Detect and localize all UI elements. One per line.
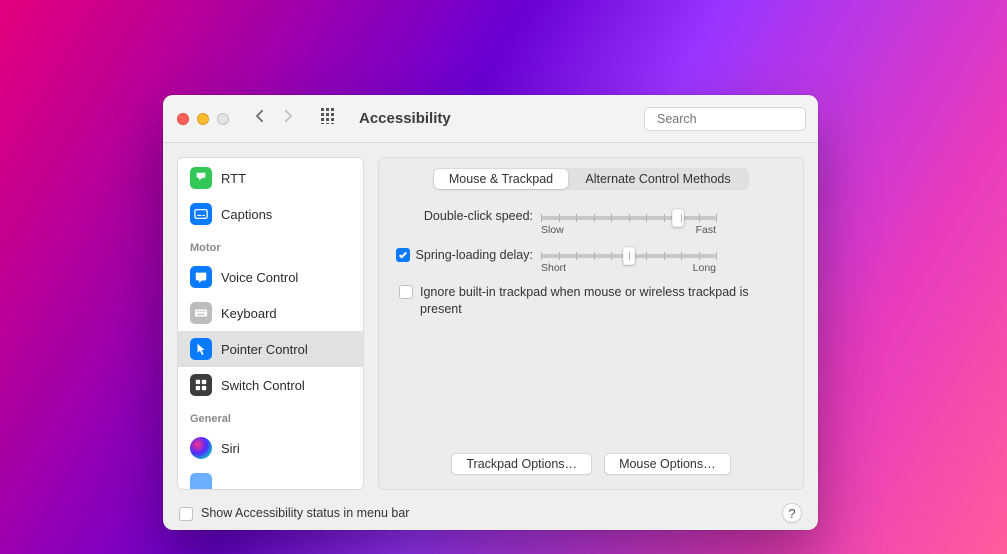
siri-icon (190, 437, 212, 459)
status-menu-bar-label: Show Accessibility status in menu bar (201, 506, 409, 520)
double-click-min-label: Slow (541, 224, 564, 236)
sidebar-item-cutoff[interactable] (178, 466, 363, 490)
nav-back-forward (253, 109, 295, 128)
close-window-button[interactable] (177, 113, 189, 125)
window-controls (177, 113, 229, 125)
voice-control-icon (190, 266, 212, 288)
row-double-click-speed: Double-click speed: Slow Fast (391, 208, 791, 236)
row-spring-loading-delay: Spring-loading delay: Short Long (391, 246, 791, 274)
double-click-speed-slider[interactable] (541, 208, 716, 212)
sidebar-item-voice-control[interactable]: Voice Control (178, 259, 363, 295)
help-button[interactable]: ? (782, 503, 802, 523)
spring-loading-delay-slider[interactable] (541, 246, 716, 250)
ignore-trackpad-checkbox[interactable] (399, 285, 413, 299)
content-pane: Mouse & Trackpad Alternate Control Metho… (378, 157, 804, 490)
search-input[interactable] (657, 112, 818, 126)
sidebar-item-rtt[interactable]: RTT (178, 160, 363, 196)
sidebar-item-label: Switch Control (221, 378, 305, 393)
sidebar-section-general: General (178, 403, 363, 430)
keyboard-icon (190, 302, 212, 324)
sidebar-item-label: Keyboard (221, 306, 277, 321)
tab-alternate-control[interactable]: Alternate Control Methods (568, 169, 748, 189)
forward-button[interactable] (281, 109, 295, 128)
sidebar-item-label: Siri (221, 441, 240, 456)
switch-control-icon (190, 374, 212, 396)
status-menu-bar-checkbox[interactable] (179, 507, 193, 521)
spring-loading-min-label: Short (541, 262, 566, 274)
spring-loading-checkbox[interactable] (396, 248, 410, 262)
window-title: Accessibility (359, 110, 636, 127)
double-click-max-label: Fast (696, 224, 716, 236)
minimize-window-button[interactable] (197, 113, 209, 125)
ignore-trackpad-label: Ignore built-in trackpad when mouse or w… (413, 284, 791, 318)
sidebar-item-label: Captions (221, 207, 272, 222)
double-click-speed-label: Double-click speed: (391, 208, 541, 223)
titlebar: Accessibility (163, 95, 818, 143)
captions-icon (190, 203, 212, 225)
sidebar-section-motor: Motor (178, 232, 363, 259)
sidebar-item-keyboard[interactable]: Keyboard (178, 295, 363, 331)
tabs: Mouse & Trackpad Alternate Control Metho… (433, 168, 749, 190)
shortcut-icon (190, 473, 212, 490)
sidebar[interactable]: RTT Captions Motor Voice Control Keyboar… (177, 157, 364, 490)
show-all-button[interactable] (321, 108, 337, 129)
tab-mouse-trackpad[interactable]: Mouse & Trackpad (434, 169, 568, 189)
sidebar-item-pointer-control[interactable]: Pointer Control (178, 331, 363, 367)
zoom-window-button-disabled (217, 113, 229, 125)
rtt-icon (190, 167, 212, 189)
mouse-options-button[interactable]: Mouse Options… (604, 453, 731, 475)
sidebar-item-captions[interactable]: Captions (178, 196, 363, 232)
back-button[interactable] (253, 109, 267, 128)
spring-loading-max-label: Long (693, 262, 716, 274)
sidebar-item-label: Voice Control (221, 270, 298, 285)
search-field[interactable] (644, 107, 806, 131)
trackpad-options-button[interactable]: Trackpad Options… (451, 453, 592, 475)
sidebar-item-switch-control[interactable]: Switch Control (178, 367, 363, 403)
preferences-window: Accessibility RTT Captions Motor Voice C… (163, 95, 818, 530)
sidebar-item-label: RTT (221, 171, 246, 186)
sidebar-item-label: Pointer Control (221, 342, 308, 357)
footer: Show Accessibility status in menu bar ? (163, 496, 818, 530)
sidebar-item-siri[interactable]: Siri (178, 430, 363, 466)
pointer-control-icon (190, 338, 212, 360)
row-ignore-trackpad: Ignore built-in trackpad when mouse or w… (391, 284, 791, 318)
spring-loading-label: Spring-loading delay: (416, 248, 533, 262)
